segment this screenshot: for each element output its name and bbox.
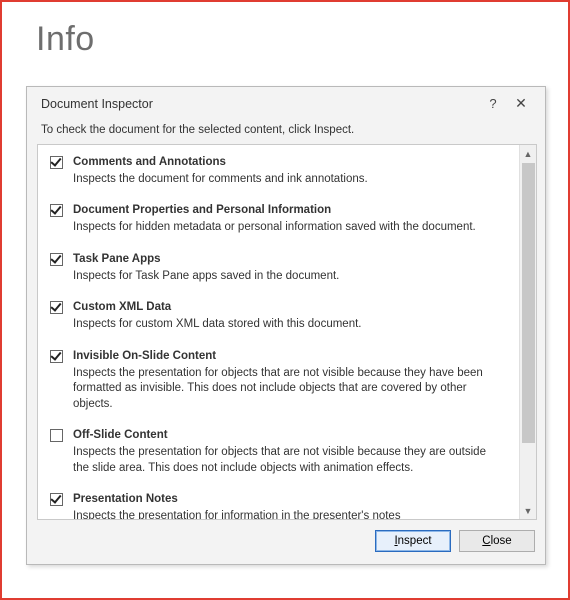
- item-title: Custom XML Data: [73, 300, 505, 315]
- close-icon[interactable]: ✕: [507, 95, 535, 112]
- checkbox[interactable]: [50, 350, 63, 363]
- inspector-list: Comments and Annotations Inspects the doc…: [38, 145, 519, 519]
- item-title: Invisible On-Slide Content: [73, 349, 505, 364]
- checkbox[interactable]: [50, 493, 63, 506]
- item-description: Inspects for Task Pane apps saved in the…: [73, 269, 505, 285]
- item-text: Off-Slide Content Inspects the presentati…: [73, 428, 511, 476]
- item-text: Comments and Annotations Inspects the doc…: [73, 155, 511, 187]
- item-text: Task Pane Apps Inspects for Task Pane app…: [73, 252, 511, 284]
- item-text: Document Properties and Personal Informa…: [73, 203, 511, 235]
- item-description: Inspects the presentation for objects th…: [73, 366, 505, 413]
- checkbox[interactable]: [50, 156, 63, 169]
- list-item: Off-Slide Content Inspects the presentati…: [48, 428, 511, 476]
- item-title: Off-Slide Content: [73, 428, 505, 443]
- item-text: Custom XML Data Inspects for custom XML d…: [73, 300, 511, 332]
- dialog-title: Document Inspector: [41, 97, 479, 111]
- item-title: Comments and Annotations: [73, 155, 505, 170]
- scrollbar-thumb[interactable]: [522, 163, 535, 443]
- list-item: Presentation Notes Inspects the presentat…: [48, 492, 511, 519]
- item-description: Inspects for hidden metadata or personal…: [73, 220, 505, 236]
- item-title: Presentation Notes: [73, 492, 505, 507]
- dialog-instruction: To check the document for the selected c…: [27, 120, 545, 144]
- close-button[interactable]: Close: [459, 530, 535, 552]
- item-description: Inspects the presentation for objects th…: [73, 445, 505, 476]
- dialog-titlebar: Document Inspector ? ✕: [27, 87, 545, 120]
- vertical-scrollbar[interactable]: ▲ ▼: [519, 145, 536, 519]
- list-item: Task Pane Apps Inspects for Task Pane app…: [48, 252, 511, 284]
- inspect-button[interactable]: Inspect: [375, 530, 451, 552]
- dialog-footer: Inspect Close: [27, 520, 545, 564]
- list-item: Custom XML Data Inspects for custom XML d…: [48, 300, 511, 332]
- item-title: Document Properties and Personal Informa…: [73, 203, 505, 218]
- item-description: Inspects the document for comments and i…: [73, 172, 505, 188]
- item-text: Presentation Notes Inspects the presentat…: [73, 492, 511, 519]
- item-text: Invisible On-Slide Content Inspects the p…: [73, 349, 511, 412]
- item-description: Inspects the presentation for informatio…: [73, 509, 505, 519]
- checkbox[interactable]: [50, 204, 63, 217]
- inspector-list-container: Comments and Annotations Inspects the doc…: [37, 144, 537, 520]
- checkbox[interactable]: [50, 253, 63, 266]
- list-item: Document Properties and Personal Informa…: [48, 203, 511, 235]
- list-item: Comments and Annotations Inspects the doc…: [48, 155, 511, 187]
- document-inspector-dialog: Document Inspector ? ✕ To check the docu…: [26, 86, 546, 565]
- scroll-down-icon[interactable]: ▼: [520, 502, 536, 519]
- list-item: Invisible On-Slide Content Inspects the p…: [48, 349, 511, 412]
- scroll-up-icon[interactable]: ▲: [520, 145, 536, 162]
- page-title: Info: [36, 20, 538, 59]
- checkbox[interactable]: [50, 301, 63, 314]
- item-title: Task Pane Apps: [73, 252, 505, 267]
- help-button[interactable]: ?: [479, 96, 507, 111]
- item-description: Inspects for custom XML data stored with…: [73, 317, 505, 333]
- checkbox[interactable]: [50, 429, 63, 442]
